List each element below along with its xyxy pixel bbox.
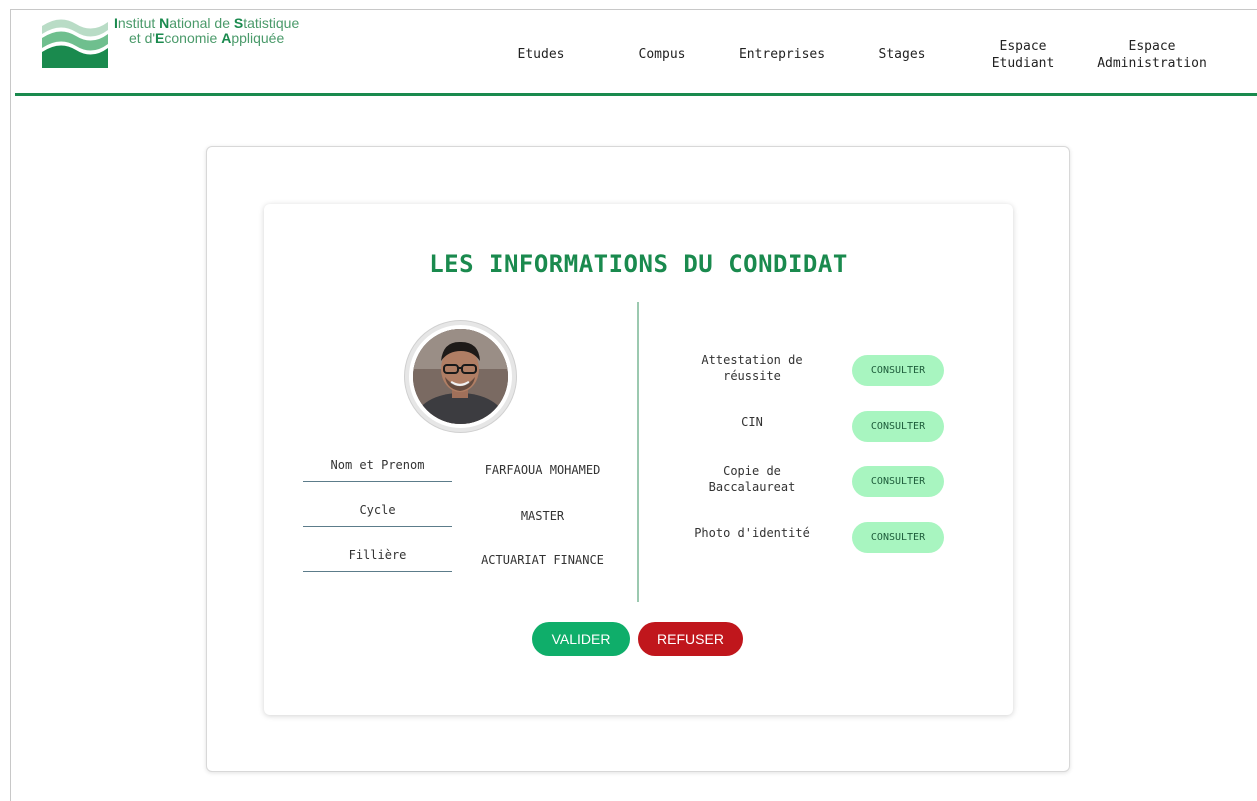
nav-item-espace-etudiant[interactable]: Espace Etudiant	[976, 38, 1070, 72]
field-label-nom-prenom: Nom et Prenom	[303, 458, 452, 482]
site-logo[interactable]: Institut National de Statistique et d'Ec…	[40, 14, 299, 70]
vertical-divider	[637, 302, 639, 602]
insea-logo-icon	[42, 19, 108, 68]
consult-cin-button[interactable]: CONSULTER	[852, 411, 944, 442]
consult-attestation-button[interactable]: CONSULTER	[852, 355, 944, 386]
field-label-filliere: Fillière	[303, 548, 452, 572]
doc-label-baccalaureat: Copie de Baccalaureat	[682, 463, 822, 495]
nav-item-espace-etudiant-line2: Etudiant	[991, 56, 1055, 71]
doc-label-attestation-line1: Attestation de	[701, 353, 803, 367]
doc-label-photo-identite: Photo d'identité	[682, 525, 822, 541]
doc-label-attestation: Attestation de réussite	[682, 352, 822, 384]
field-label-cycle: Cycle	[303, 503, 452, 527]
nav-item-compus[interactable]: Compus	[624, 46, 700, 63]
header-divider	[15, 93, 1257, 96]
nav-item-etudes[interactable]: Etudes	[503, 46, 579, 63]
nav-item-espace-administration-line2: Administration	[1097, 56, 1207, 71]
nav-item-espace-administration[interactable]: Espace Administration	[1088, 38, 1216, 72]
field-value-filliere: ACTUARIAT FINANCE	[481, 553, 604, 567]
nav-item-espace-administration-line1: Espace	[1128, 39, 1176, 54]
candidate-photo	[413, 329, 508, 424]
nav-item-stages[interactable]: Stages	[864, 46, 940, 63]
consult-baccalaureat-button[interactable]: CONSULTER	[852, 466, 944, 497]
consult-photo-identite-button[interactable]: CONSULTER	[852, 522, 944, 553]
person-photo-icon	[413, 329, 508, 424]
refuse-button[interactable]: REFUSER	[638, 622, 743, 656]
logo-text: Institut National de Statistique et d'Ec…	[114, 16, 299, 46]
field-value-nom-prenom: FARFAOUA MOHAMED	[484, 463, 601, 477]
nav-item-espace-etudiant-line1: Espace	[999, 39, 1047, 54]
logo-line-1: Institut National de Statistique	[114, 15, 300, 31]
logo-line-2: et d'Economie Appliquée	[129, 30, 285, 46]
doc-label-baccalaureat-line2: Baccalaureat	[708, 480, 796, 494]
validate-button[interactable]: VALIDER	[532, 622, 630, 656]
nav-item-entreprises[interactable]: Entreprises	[724, 46, 840, 63]
field-value-cycle: MASTER	[520, 509, 565, 523]
page-title: LES INFORMATIONS DU CONDIDAT	[429, 250, 848, 278]
doc-label-cin: CIN	[682, 414, 822, 430]
doc-label-photo-identite-line1: Photo d'identité	[694, 526, 810, 540]
doc-label-baccalaureat-line1: Copie de	[723, 464, 781, 478]
doc-label-attestation-line2: réussite	[723, 369, 781, 383]
candidate-avatar	[405, 321, 516, 432]
doc-label-cin-line1: CIN	[741, 415, 763, 429]
